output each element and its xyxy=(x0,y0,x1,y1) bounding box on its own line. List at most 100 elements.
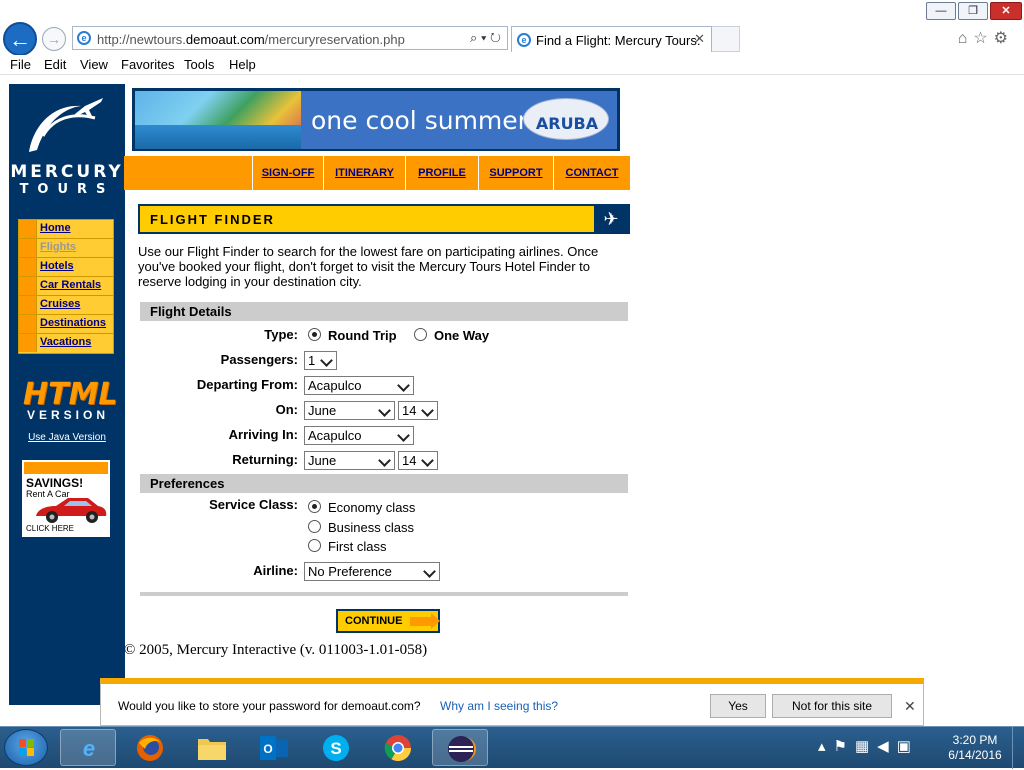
network-icon[interactable]: ▦ xyxy=(855,738,877,755)
refresh-icon[interactable]: ↻ xyxy=(490,30,501,45)
dropdown-icon[interactable]: ▾ xyxy=(481,30,486,45)
return-month-select[interactable]: June xyxy=(304,451,395,470)
flight-finder-header: FLIGHT FINDER ✈ xyxy=(138,204,630,234)
menu-file[interactable]: File xyxy=(10,57,31,72)
banner-slogan: one cool summer xyxy=(311,106,528,135)
taskbar-internet-explorer[interactable]: e xyxy=(60,729,116,766)
back-button[interactable]: ← xyxy=(3,22,37,56)
depart-month-select[interactable]: June xyxy=(304,401,395,420)
system-clock[interactable]: 3:20 PM 6/14/2016 xyxy=(942,733,1008,763)
one-way-label[interactable]: One Way xyxy=(434,328,489,343)
menu-favorites[interactable]: Favorites xyxy=(121,57,174,72)
sidebar-item-home[interactable]: Home xyxy=(19,220,113,239)
round-trip-radio[interactable] xyxy=(308,328,321,341)
forward-button[interactable]: → xyxy=(42,27,66,51)
economy-class-label[interactable]: Economy class xyxy=(328,500,415,515)
airline-select[interactable]: No Preference xyxy=(304,562,440,581)
favorites-star-icon[interactable]: ☆ xyxy=(973,30,993,47)
back-arrow-icon: ← xyxy=(9,27,31,52)
menu-help[interactable]: Help xyxy=(229,57,256,72)
sidebar-item-hotels[interactable]: Hotels xyxy=(19,258,113,277)
page-content: MERCURY TOURS Home Flights Hotels Car Re… xyxy=(0,76,1024,726)
nav-support[interactable]: SUPPORT xyxy=(478,156,553,190)
use-java-version-link[interactable]: Use Java Version xyxy=(9,432,125,443)
nav-profile[interactable]: PROFILE xyxy=(405,156,478,190)
not-for-this-site-button[interactable]: Not for this site xyxy=(772,694,892,718)
minimize-button[interactable]: — xyxy=(926,2,956,20)
taskbar-file-explorer[interactable] xyxy=(184,729,240,766)
rent-a-car-ad[interactable]: SAVINGS! Rent A Car CLICK HERE xyxy=(22,460,110,537)
window-titlebar: — ❐ ✕ xyxy=(0,0,1024,22)
html-version-logo: HTML VERSION xyxy=(23,377,118,423)
nav-contact[interactable]: CONTACT xyxy=(553,156,630,190)
departing-from-select[interactable]: Acapulco xyxy=(304,376,414,395)
on-label: On: xyxy=(275,402,298,417)
logo-tours: TOURS xyxy=(19,182,115,197)
menu-tools[interactable]: Tools xyxy=(184,57,214,72)
menu-edit[interactable]: Edit xyxy=(44,57,66,72)
sidebar-item-cruises[interactable]: Cruises xyxy=(19,296,113,315)
close-window-button[interactable]: ✕ xyxy=(990,2,1022,20)
show-hidden-icons-icon[interactable]: ▴ xyxy=(818,738,834,755)
outlook-icon: O xyxy=(260,736,288,760)
address-url[interactable]: http://newtours.demoaut.com/mercuryreser… xyxy=(97,32,405,47)
action-center-flag-icon[interactable]: ⚑ xyxy=(834,738,855,755)
settings-gear-icon[interactable]: ⚙ xyxy=(994,30,1014,47)
address-bar[interactable]: e http://newtours.demoaut.com/mercuryres… xyxy=(72,26,508,50)
chevron-down-icon xyxy=(421,453,435,468)
menu-view[interactable]: View xyxy=(80,57,108,72)
taskbar-outlook[interactable]: O xyxy=(246,729,302,766)
taskbar-chrome[interactable] xyxy=(370,729,426,766)
page-title: FLIGHT FINDER xyxy=(150,212,275,227)
tab-close-icon[interactable]: ✕ xyxy=(694,31,705,47)
home-icon[interactable]: ⌂ xyxy=(958,30,974,47)
arriving-in-select[interactable]: Acapulco xyxy=(304,426,414,445)
browser-tab[interactable]: e Find a Flight: Mercury Tours: ✕ xyxy=(511,26,712,52)
nav-sign-off[interactable]: SIGN-OFF xyxy=(252,156,323,190)
passengers-label: Passengers: xyxy=(220,352,298,367)
sidebar-item-flights[interactable]: Flights xyxy=(19,239,113,258)
nav-itinerary[interactable]: ITINERARY xyxy=(323,156,405,190)
first-class-radio[interactable] xyxy=(308,539,321,552)
desktop-icon[interactable]: ▣ xyxy=(897,738,919,755)
start-button[interactable] xyxy=(4,729,48,766)
business-class-label[interactable]: Business class xyxy=(328,520,414,535)
round-trip-label[interactable]: Round Trip xyxy=(328,328,397,343)
depart-day-select[interactable]: 14 xyxy=(398,401,438,420)
economy-class-radio[interactable] xyxy=(308,500,321,513)
taskbar-firefox[interactable] xyxy=(122,729,178,766)
close-prompt-icon[interactable]: ✕ xyxy=(904,698,916,715)
svg-text:S: S xyxy=(330,739,341,758)
password-prompt-question: Would you like to store your password fo… xyxy=(118,699,421,713)
show-desktop-button[interactable] xyxy=(1012,727,1024,769)
eclipse-icon xyxy=(448,736,476,762)
search-icon[interactable]: ⌕ xyxy=(470,30,477,45)
business-class-radio[interactable] xyxy=(308,520,321,533)
mercury-tours-logo[interactable]: MERCURY TOURS xyxy=(9,84,125,204)
restore-button[interactable]: ❐ xyxy=(958,2,988,20)
aruba-banner-ad[interactable]: one cool summer ARUBA xyxy=(132,88,620,151)
system-tray: ▴⚑▦◀▣ xyxy=(818,737,919,755)
chevron-down-icon xyxy=(397,428,411,443)
return-day-select[interactable]: 14 xyxy=(398,451,438,470)
logo-mercury: MERCURY xyxy=(10,162,124,182)
chevron-down-icon xyxy=(320,353,334,368)
continue-button[interactable]: CONTINUE xyxy=(336,609,440,633)
passengers-select[interactable]: 1 xyxy=(304,351,337,370)
one-way-radio[interactable] xyxy=(414,328,427,341)
taskbar-skype[interactable]: S xyxy=(308,729,364,766)
airline-label: Airline: xyxy=(253,563,298,578)
top-nav: SIGN-OFF ITINERARY PROFILE SUPPORT CONTA… xyxy=(124,156,630,190)
taskbar-eclipse[interactable] xyxy=(432,729,488,766)
why-am-i-seeing-this-link[interactable]: Why am I seeing this? xyxy=(440,699,558,713)
new-tab-button[interactable] xyxy=(712,26,740,52)
divider xyxy=(140,592,628,596)
red-car-icon xyxy=(36,498,107,523)
volume-muted-icon[interactable]: ◀ xyxy=(877,738,897,755)
yes-button[interactable]: Yes xyxy=(710,694,766,718)
sidebar-item-car-rentals[interactable]: Car Rentals xyxy=(19,277,113,296)
aruba-logo: ARUBA xyxy=(523,98,609,140)
sidebar-item-vacations[interactable]: Vacations xyxy=(19,334,113,353)
first-class-label[interactable]: First class xyxy=(328,539,387,554)
sidebar-item-destinations[interactable]: Destinations xyxy=(19,315,113,334)
